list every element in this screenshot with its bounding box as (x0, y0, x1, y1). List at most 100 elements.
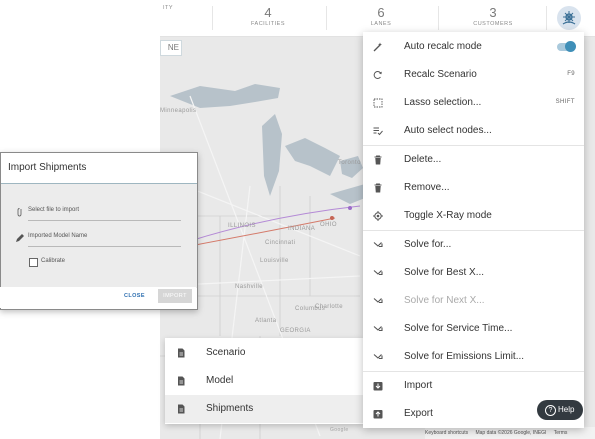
trash-icon (374, 183, 382, 193)
menu-item-import[interactable]: Import (363, 372, 584, 400)
menu-item-remove[interactable]: Remove... (363, 174, 584, 202)
field-underline (28, 220, 181, 221)
map-label: Atlanta (255, 318, 277, 324)
map-footer: Keyboard shortcuts Map data ©2026 Google… (425, 427, 595, 439)
file-select-field[interactable]: Select file to import (15, 205, 181, 221)
map-google-mark: Google (330, 427, 349, 433)
map-label: Nashville (235, 284, 263, 290)
menu-item-label: Recalc Scenario (404, 69, 477, 80)
divider (326, 6, 327, 30)
stat-capacity[interactable]: ITY (148, 0, 188, 11)
menu-item-label: Lasso selection... (404, 97, 482, 108)
ship-wheel-icon (562, 11, 576, 25)
submenu-item-label: Model (206, 375, 234, 386)
menu-item-label: Auto select nodes... (404, 125, 492, 136)
help-icon: ? (545, 405, 556, 416)
file-icon (178, 404, 185, 414)
import-button[interactable]: IMPORT (158, 289, 192, 303)
trend-icon (373, 298, 383, 304)
checkbox-box[interactable] (29, 258, 38, 267)
menu-item-recalc-scenario[interactable]: Recalc Scenario F9 (363, 61, 584, 89)
map-label: Toronto (338, 160, 361, 166)
trend-icon (373, 242, 383, 248)
target-icon (373, 211, 383, 221)
help-label: Help (558, 405, 575, 414)
menu-item-solve-emissions[interactable]: Solve for Emissions Limit... (363, 343, 584, 371)
field-underline (28, 246, 181, 247)
menu-shortcut: F9 (567, 71, 575, 77)
paperclip-icon (17, 208, 22, 217)
scenario-menu: Auto recalc mode Recalc Scenario F9 Lass… (363, 32, 584, 428)
auto-recalc-toggle[interactable] (557, 41, 576, 52)
menu-item-solve-best-x[interactable]: Solve for Best X... (363, 259, 584, 287)
pencil-icon (16, 234, 24, 242)
help-button[interactable]: ? Help (537, 400, 583, 420)
menu-item-toggle-xray[interactable]: Toggle X-Ray mode (363, 202, 584, 230)
model-name-placeholder: Imported Model Name (28, 233, 88, 239)
close-button[interactable]: CLOSE (124, 293, 145, 299)
trend-icon (373, 354, 383, 360)
menu-item-label: Import (404, 380, 433, 391)
dialog-title: Import Shipments (1, 153, 197, 184)
file-icon (178, 348, 185, 358)
menu-shortcut: SHIFT (555, 99, 575, 105)
divider (438, 6, 439, 30)
menu-item-label: Remove... (404, 182, 450, 193)
submenu-item-label: Scenario (206, 347, 246, 358)
menu-item-label: Solve for Emissions Limit... (404, 351, 525, 362)
model-name-field[interactable]: Imported Model Name (15, 231, 181, 247)
trend-icon (373, 326, 383, 332)
stat-lanes[interactable]: 6 LANES (351, 0, 411, 27)
menu-item-auto-select-nodes[interactable]: Auto select nodes... (363, 117, 584, 145)
calibrate-label: Calibrate (41, 258, 66, 264)
dialog-actions: CLOSE IMPORT (0, 287, 196, 308)
auto-fix-icon (373, 42, 382, 52)
map-label: Louisville (260, 258, 289, 264)
divider (546, 6, 547, 30)
keyboard-shortcuts-link[interactable]: Keyboard shortcuts (425, 430, 468, 436)
file-select-placeholder: Select file to import (28, 207, 80, 213)
menu-item-label: Toggle X-Ray mode (404, 210, 492, 221)
toggle-knob (565, 41, 576, 52)
map-label: ILLINOIS (228, 223, 256, 229)
map-label: Cincinnati (265, 240, 296, 246)
map-label: INDIANA (288, 226, 316, 232)
divider (212, 6, 213, 30)
map-label: Minneapolis (160, 108, 197, 114)
map-label: OHIO (320, 222, 337, 228)
submenu-item-model[interactable]: Model (165, 367, 363, 395)
refresh-icon (373, 70, 382, 79)
export-icon (373, 410, 383, 419)
menu-item-delete[interactable]: Delete... (363, 146, 584, 174)
map-label: Columbus (295, 306, 326, 312)
menu-item-solve-for[interactable]: Solve for... (363, 231, 584, 259)
stat-facilities[interactable]: 4 FACILITIES (238, 0, 298, 27)
submenu-item-scenario[interactable]: Scenario (165, 339, 363, 367)
file-icon (178, 376, 185, 386)
list-check-icon (373, 127, 383, 136)
menu-item-label: Solve for Best X... (404, 267, 485, 278)
lasso-select-icon (373, 98, 383, 108)
stat-customers[interactable]: 3 CUSTOMERS (463, 0, 523, 27)
map-data-attribution: Map data ©2026 Google, INEGI (475, 430, 547, 436)
menu-item-lasso-selection[interactable]: Lasso selection... SHIFT (363, 89, 584, 117)
submenu-item-label: Shipments (206, 403, 254, 414)
import-submenu: Scenario Model Shipments (165, 338, 363, 424)
menu-item-label: Delete... (404, 154, 442, 165)
menu-item-auto-recalc[interactable]: Auto recalc mode (363, 33, 584, 61)
trash-icon (374, 155, 382, 165)
submenu-item-shipments[interactable]: Shipments (165, 395, 363, 423)
terms-link[interactable]: Terms (554, 430, 568, 436)
app-menu-button[interactable] (557, 6, 581, 30)
menu-item-label: Solve for Next X... (404, 295, 485, 306)
map-panel-fragment: NE (160, 40, 182, 56)
menu-item-label: Solve for Service Time... (404, 323, 513, 334)
import-icon (373, 382, 383, 391)
menu-item-label: Auto recalc mode (404, 41, 482, 52)
menu-item-solve-next-x: Solve for Next X... (363, 287, 584, 315)
menu-item-label: Export (404, 408, 433, 419)
map-label: GEORGIA (280, 328, 311, 334)
trend-icon (373, 270, 383, 276)
menu-item-solve-service-time[interactable]: Solve for Service Time... (363, 315, 584, 343)
menu-item-label: Solve for... (404, 239, 452, 250)
